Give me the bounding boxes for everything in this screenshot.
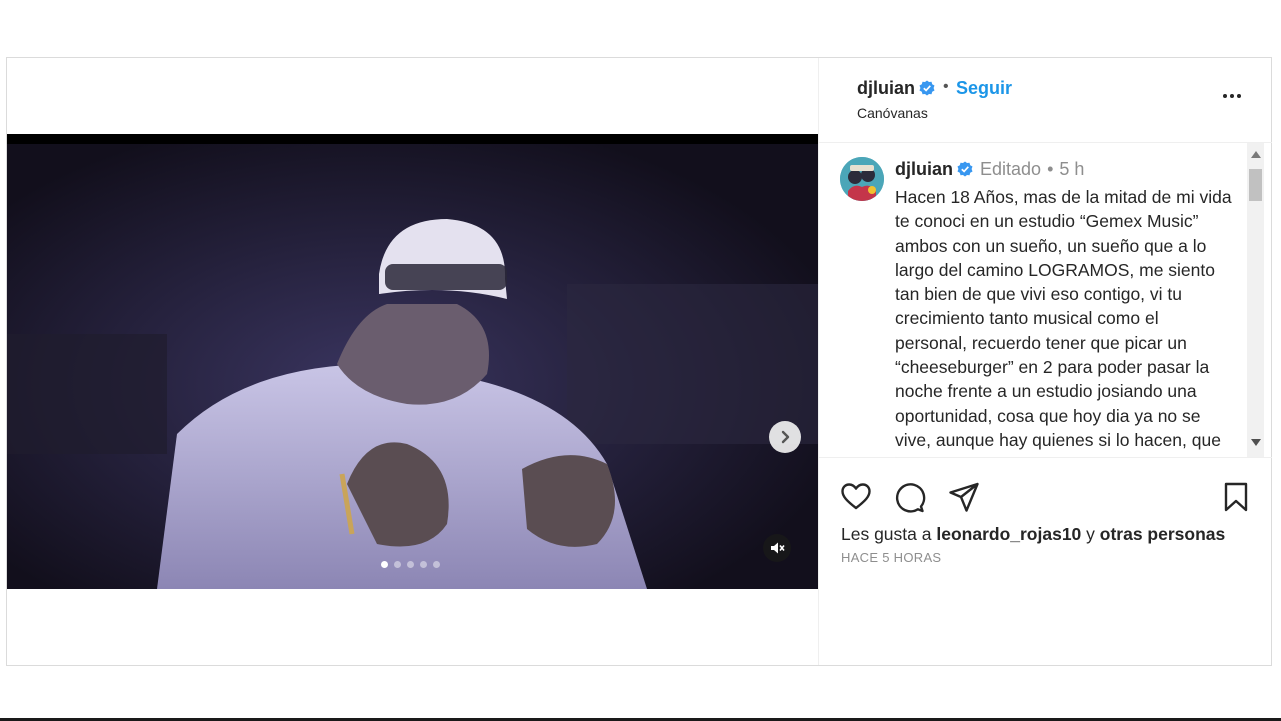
likes-others-link[interactable]: otras personas bbox=[1100, 524, 1225, 544]
verified-badge-icon bbox=[957, 161, 973, 177]
carousel-dot bbox=[433, 561, 440, 568]
next-slide-button[interactable] bbox=[769, 421, 801, 453]
video-player[interactable] bbox=[7, 134, 818, 589]
edited-label: Editado bbox=[980, 159, 1042, 179]
likes-connector: y bbox=[1086, 524, 1095, 544]
post-dialog: djluian • Seguir Canóvanas djluian Edita… bbox=[6, 57, 1272, 666]
action-bar: Les gusta a leonardo_rojas10 y otras per… bbox=[819, 458, 1272, 588]
scroll-down-arrow[interactable] bbox=[1251, 439, 1261, 446]
carousel-dot bbox=[420, 561, 427, 568]
post-header: djluian • Seguir Canóvanas bbox=[819, 58, 1272, 143]
post-media bbox=[7, 58, 818, 665]
likes-prefix: Les gusta a bbox=[841, 524, 932, 544]
post-sidebar: djluian • Seguir Canóvanas djluian Edita… bbox=[818, 58, 1272, 665]
avatar-image bbox=[840, 157, 884, 201]
carousel-dot bbox=[394, 561, 401, 568]
verified-badge-icon bbox=[919, 80, 935, 96]
carousel-dot bbox=[407, 561, 414, 568]
caption-scrollbar[interactable] bbox=[1247, 143, 1264, 457]
location-link[interactable]: Canóvanas bbox=[857, 105, 928, 121]
caption-section[interactable]: djluian Editado • 5 h Hacen 18 Años, mas d… bbox=[819, 143, 1272, 458]
bookmark-icon[interactable] bbox=[1219, 480, 1253, 514]
post-timestamp[interactable]: HACE 5 HORAS bbox=[841, 550, 941, 565]
scroll-thumb[interactable] bbox=[1249, 169, 1262, 201]
caption-header: djluian Editado • 5 h bbox=[895, 159, 1084, 180]
video-frame bbox=[7, 134, 818, 589]
muted-speaker-icon bbox=[771, 542, 785, 554]
caption-separator: • bbox=[1047, 159, 1054, 179]
liker-username[interactable]: leonardo_rojas10 bbox=[936, 524, 1081, 544]
heart-icon[interactable] bbox=[839, 480, 873, 514]
more-options-icon[interactable] bbox=[1223, 88, 1247, 104]
scroll-up-arrow[interactable] bbox=[1251, 151, 1261, 158]
mute-toggle-button[interactable] bbox=[763, 534, 791, 562]
author-username[interactable]: djluian bbox=[857, 78, 915, 98]
caption-time[interactable]: 5 h bbox=[1059, 159, 1084, 179]
author-username-link[interactable]: djluian bbox=[857, 78, 935, 99]
chevron-right-icon bbox=[781, 430, 790, 444]
paper-plane-icon[interactable] bbox=[947, 480, 981, 514]
comment-bubble-icon[interactable] bbox=[893, 480, 927, 514]
likes-summary: Les gusta a leonardo_rojas10 y otras per… bbox=[841, 524, 1225, 545]
carousel-dot bbox=[381, 561, 388, 568]
follow-button[interactable]: Seguir bbox=[956, 78, 1012, 99]
caption-username[interactable]: djluian bbox=[895, 159, 953, 179]
header-separator: • bbox=[943, 78, 949, 95]
carousel-indicator bbox=[381, 561, 440, 568]
caption-text: Hacen 18 Años, mas de la mitad de mi vid… bbox=[895, 187, 1232, 457]
avatar[interactable] bbox=[840, 157, 884, 201]
